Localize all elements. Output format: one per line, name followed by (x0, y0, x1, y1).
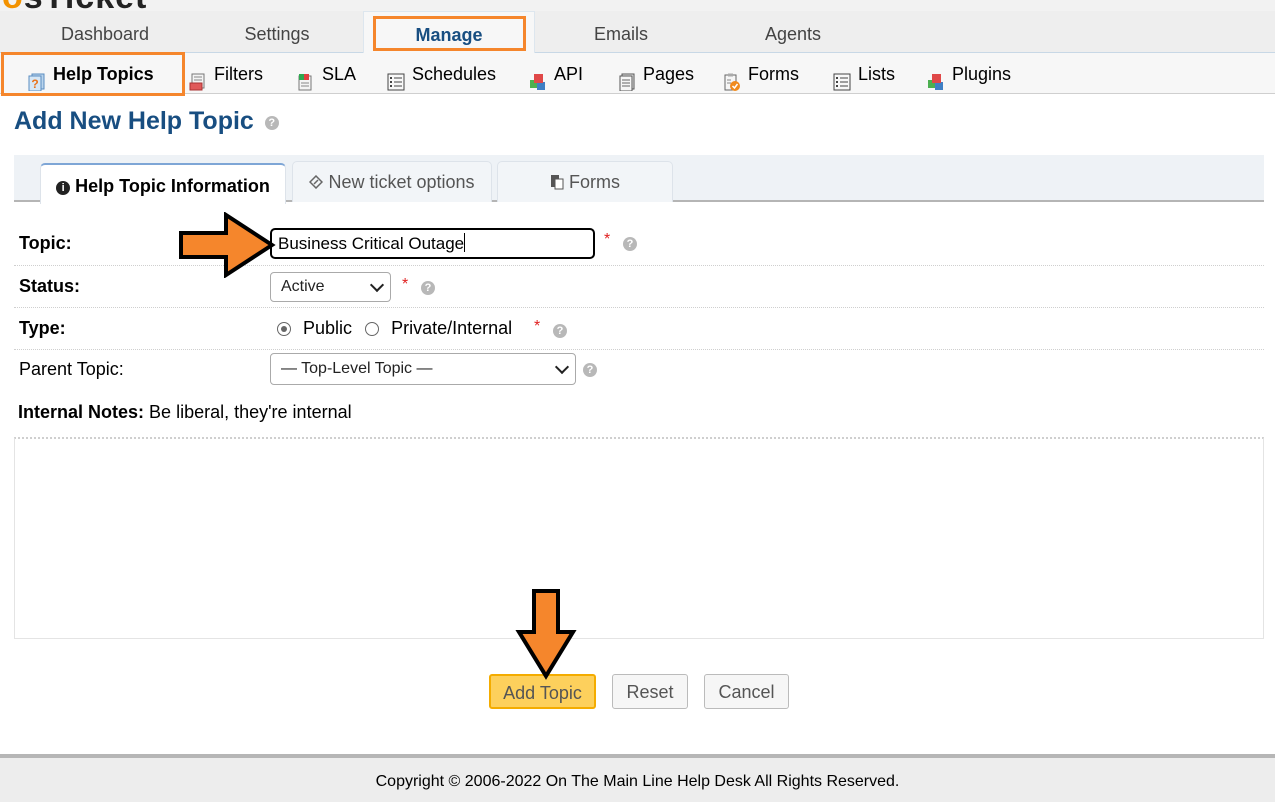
chevron-down-icon (369, 277, 385, 293)
type-help-icon[interactable]: ? (553, 324, 567, 338)
type-private-radio[interactable] (365, 322, 380, 337)
subnav-label: Lists (858, 63, 896, 84)
internal-notes-hint: Be liberal, they're internal (149, 402, 352, 422)
pages-icon (618, 65, 636, 91)
info-icon: i (56, 181, 71, 195)
form-row-topic: Topic: (14, 222, 1264, 266)
internal-notes-label: Internal Notes: (18, 402, 145, 422)
subnav-api[interactable]: API (529, 53, 583, 94)
svg-text:?: ? (31, 77, 38, 91)
type-private-label[interactable]: Private/Internal (391, 318, 512, 338)
tab-help-topic-information[interactable]: i Help Topic Information (40, 163, 286, 204)
form-row-type: Type: (14, 308, 1264, 350)
site-logo[interactable]: osTicket (2, 0, 147, 11)
status-label: Status: (19, 276, 81, 296)
internal-notes-editor[interactable] (14, 437, 1264, 639)
tab-new-ticket-options[interactable]: New ticket options (292, 161, 492, 202)
subnav-label: Forms (748, 63, 799, 84)
topic-label: Topic: (19, 233, 72, 253)
parent-topic-help-icon[interactable]: ? (583, 363, 597, 377)
nav-emails[interactable]: Emails (535, 11, 707, 53)
cancel-button[interactable]: Cancel (704, 674, 789, 709)
nav-settings[interactable]: Settings (191, 11, 363, 53)
type-radio-group: Public Private/Internal (277, 318, 512, 339)
copyright-text: Copyright © 2006-2022 On The Main Line H… (375, 773, 900, 790)
type-public-label[interactable]: Public (303, 318, 352, 338)
chevron-down-icon (554, 359, 570, 375)
status-select[interactable]: Active (270, 272, 391, 302)
subnav-forms[interactable]: Forms (723, 53, 799, 94)
type-public-radio[interactable] (277, 322, 291, 337)
topic-help-icon[interactable]: ? (623, 237, 637, 251)
filters-icon (189, 65, 207, 90)
type-label: Type: (19, 318, 66, 338)
add-topic-button[interactable]: Add Topic (489, 674, 596, 709)
subnav-pages[interactable]: Pages (618, 53, 694, 94)
subnav-plugins[interactable]: Plugins (927, 53, 1011, 94)
nav-agents[interactable]: Agents (707, 11, 879, 53)
subnav-label: Schedules (412, 63, 497, 84)
help-topics-icon: ? (28, 65, 46, 91)
subnav-label: Filters (214, 63, 263, 84)
required-marker: * (604, 231, 611, 248)
schedules-icon (387, 65, 405, 90)
subnav-help-topics[interactable]: ? Help Topics (28, 53, 154, 94)
tab-forms[interactable]: Forms (497, 161, 673, 202)
subnav-filters[interactable]: Filters (189, 53, 263, 94)
header-logo-strip: osTicket (0, 0, 1275, 11)
plugins-icon (927, 65, 945, 90)
subnav-label: Pages (643, 63, 695, 84)
sub-nav: ? Help Topics Filters SLA Schedules API … (0, 53, 1275, 94)
nav-dashboard[interactable]: Dashboard (19, 11, 191, 53)
required-marker: * (534, 318, 541, 335)
subnav-label: SLA (322, 63, 357, 84)
forms-icon (550, 164, 564, 190)
internal-notes-heading: Internal Notes: Be liberal, they're inte… (18, 402, 352, 423)
subnav-label: Plugins (952, 63, 1012, 84)
topic-input[interactable]: Business Critical Outage (270, 228, 595, 259)
main-nav: Dashboard Settings Manage Emails Agents (0, 11, 1275, 53)
form-row-status: Status: (14, 266, 1264, 308)
status-help-icon[interactable]: ? (421, 281, 435, 295)
subnav-sla[interactable]: SLA (297, 53, 356, 94)
tab-strip: i Help Topic Information New ticket opti… (14, 155, 1264, 204)
subnav-label: API (554, 63, 584, 84)
reset-button[interactable]: Reset (612, 674, 688, 709)
help-icon[interactable]: ? (264, 116, 279, 130)
ticket-icon (309, 163, 324, 190)
api-icon (529, 65, 547, 90)
subnav-lists[interactable]: Lists (833, 53, 895, 94)
forms-icon (723, 65, 741, 91)
text-cursor (464, 233, 466, 252)
page-title: Add New Help Topic ? (14, 107, 279, 136)
lists-icon (833, 65, 851, 90)
subnav-label: Help Topics (53, 63, 154, 84)
required-marker: * (402, 276, 409, 293)
sla-icon (297, 65, 315, 90)
nav-manage[interactable]: Manage (363, 11, 535, 53)
parent-topic-label: Parent Topic: (19, 359, 124, 379)
parent-topic-select[interactable]: — Top-Level Topic — (270, 353, 576, 385)
subnav-schedules[interactable]: Schedules (387, 53, 496, 94)
footer: Copyright © 2006-2022 On The Main Line H… (0, 754, 1275, 802)
